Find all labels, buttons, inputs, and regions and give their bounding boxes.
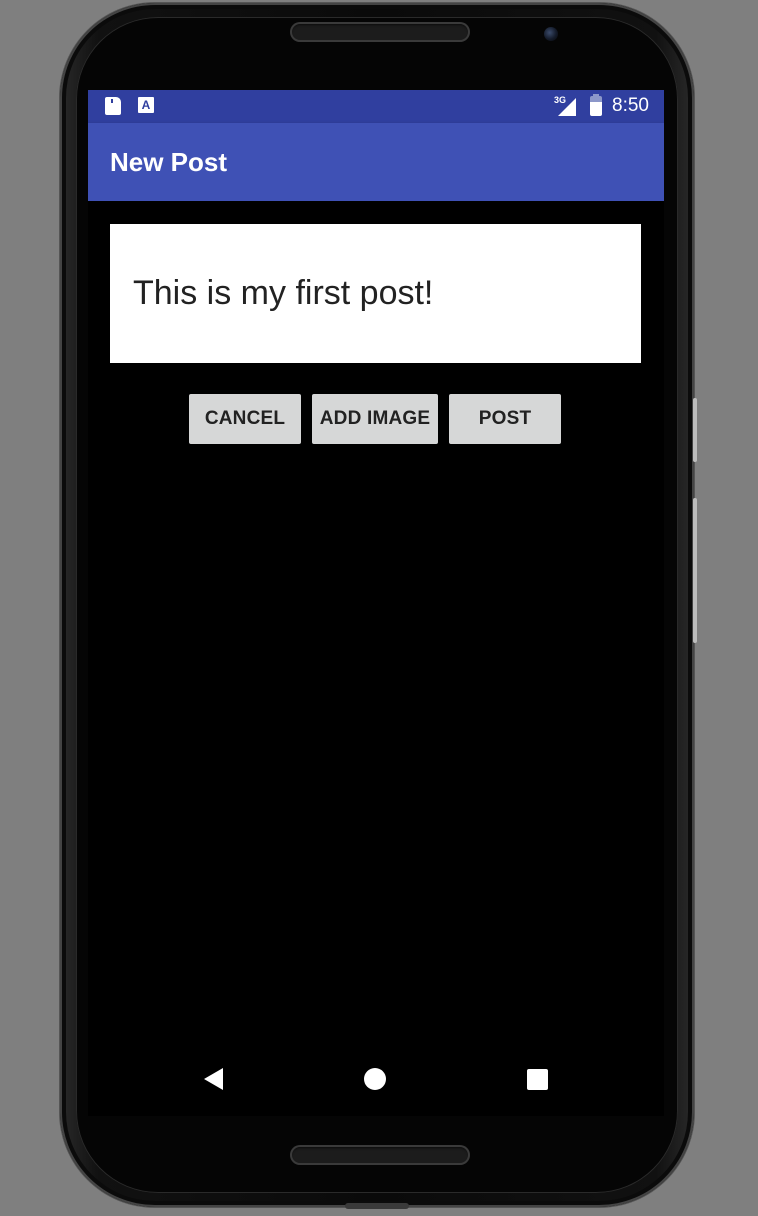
top-speaker bbox=[290, 22, 470, 42]
status-clock: 8:50 bbox=[612, 95, 649, 116]
page-title: New Post bbox=[110, 147, 228, 177]
status-bar: A 3G 8:50 bbox=[88, 90, 664, 123]
add-image-button[interactable]: ADD IMAGE bbox=[312, 394, 438, 444]
signal-icon bbox=[558, 98, 576, 116]
battery-charging-icon bbox=[590, 94, 602, 116]
cancel-button[interactable]: CANCEL bbox=[189, 394, 301, 444]
bottom-port bbox=[345, 1203, 409, 1209]
post-text-input[interactable] bbox=[110, 224, 641, 363]
recents-icon[interactable] bbox=[527, 1069, 548, 1090]
app-notification-icon: A bbox=[138, 97, 154, 113]
back-icon[interactable] bbox=[204, 1068, 223, 1090]
power-button[interactable] bbox=[693, 498, 697, 643]
front-camera bbox=[544, 27, 558, 41]
volume-button[interactable] bbox=[693, 398, 697, 462]
post-button[interactable]: POST bbox=[449, 394, 561, 444]
bottom-speaker bbox=[290, 1145, 470, 1165]
phone-screen: A 3G 8:50 New Post CANCEL ADD IMAGE POST bbox=[88, 90, 664, 1116]
app-bar: New Post bbox=[88, 123, 664, 201]
sd-card-icon bbox=[105, 97, 123, 115]
home-icon[interactable] bbox=[364, 1068, 386, 1090]
